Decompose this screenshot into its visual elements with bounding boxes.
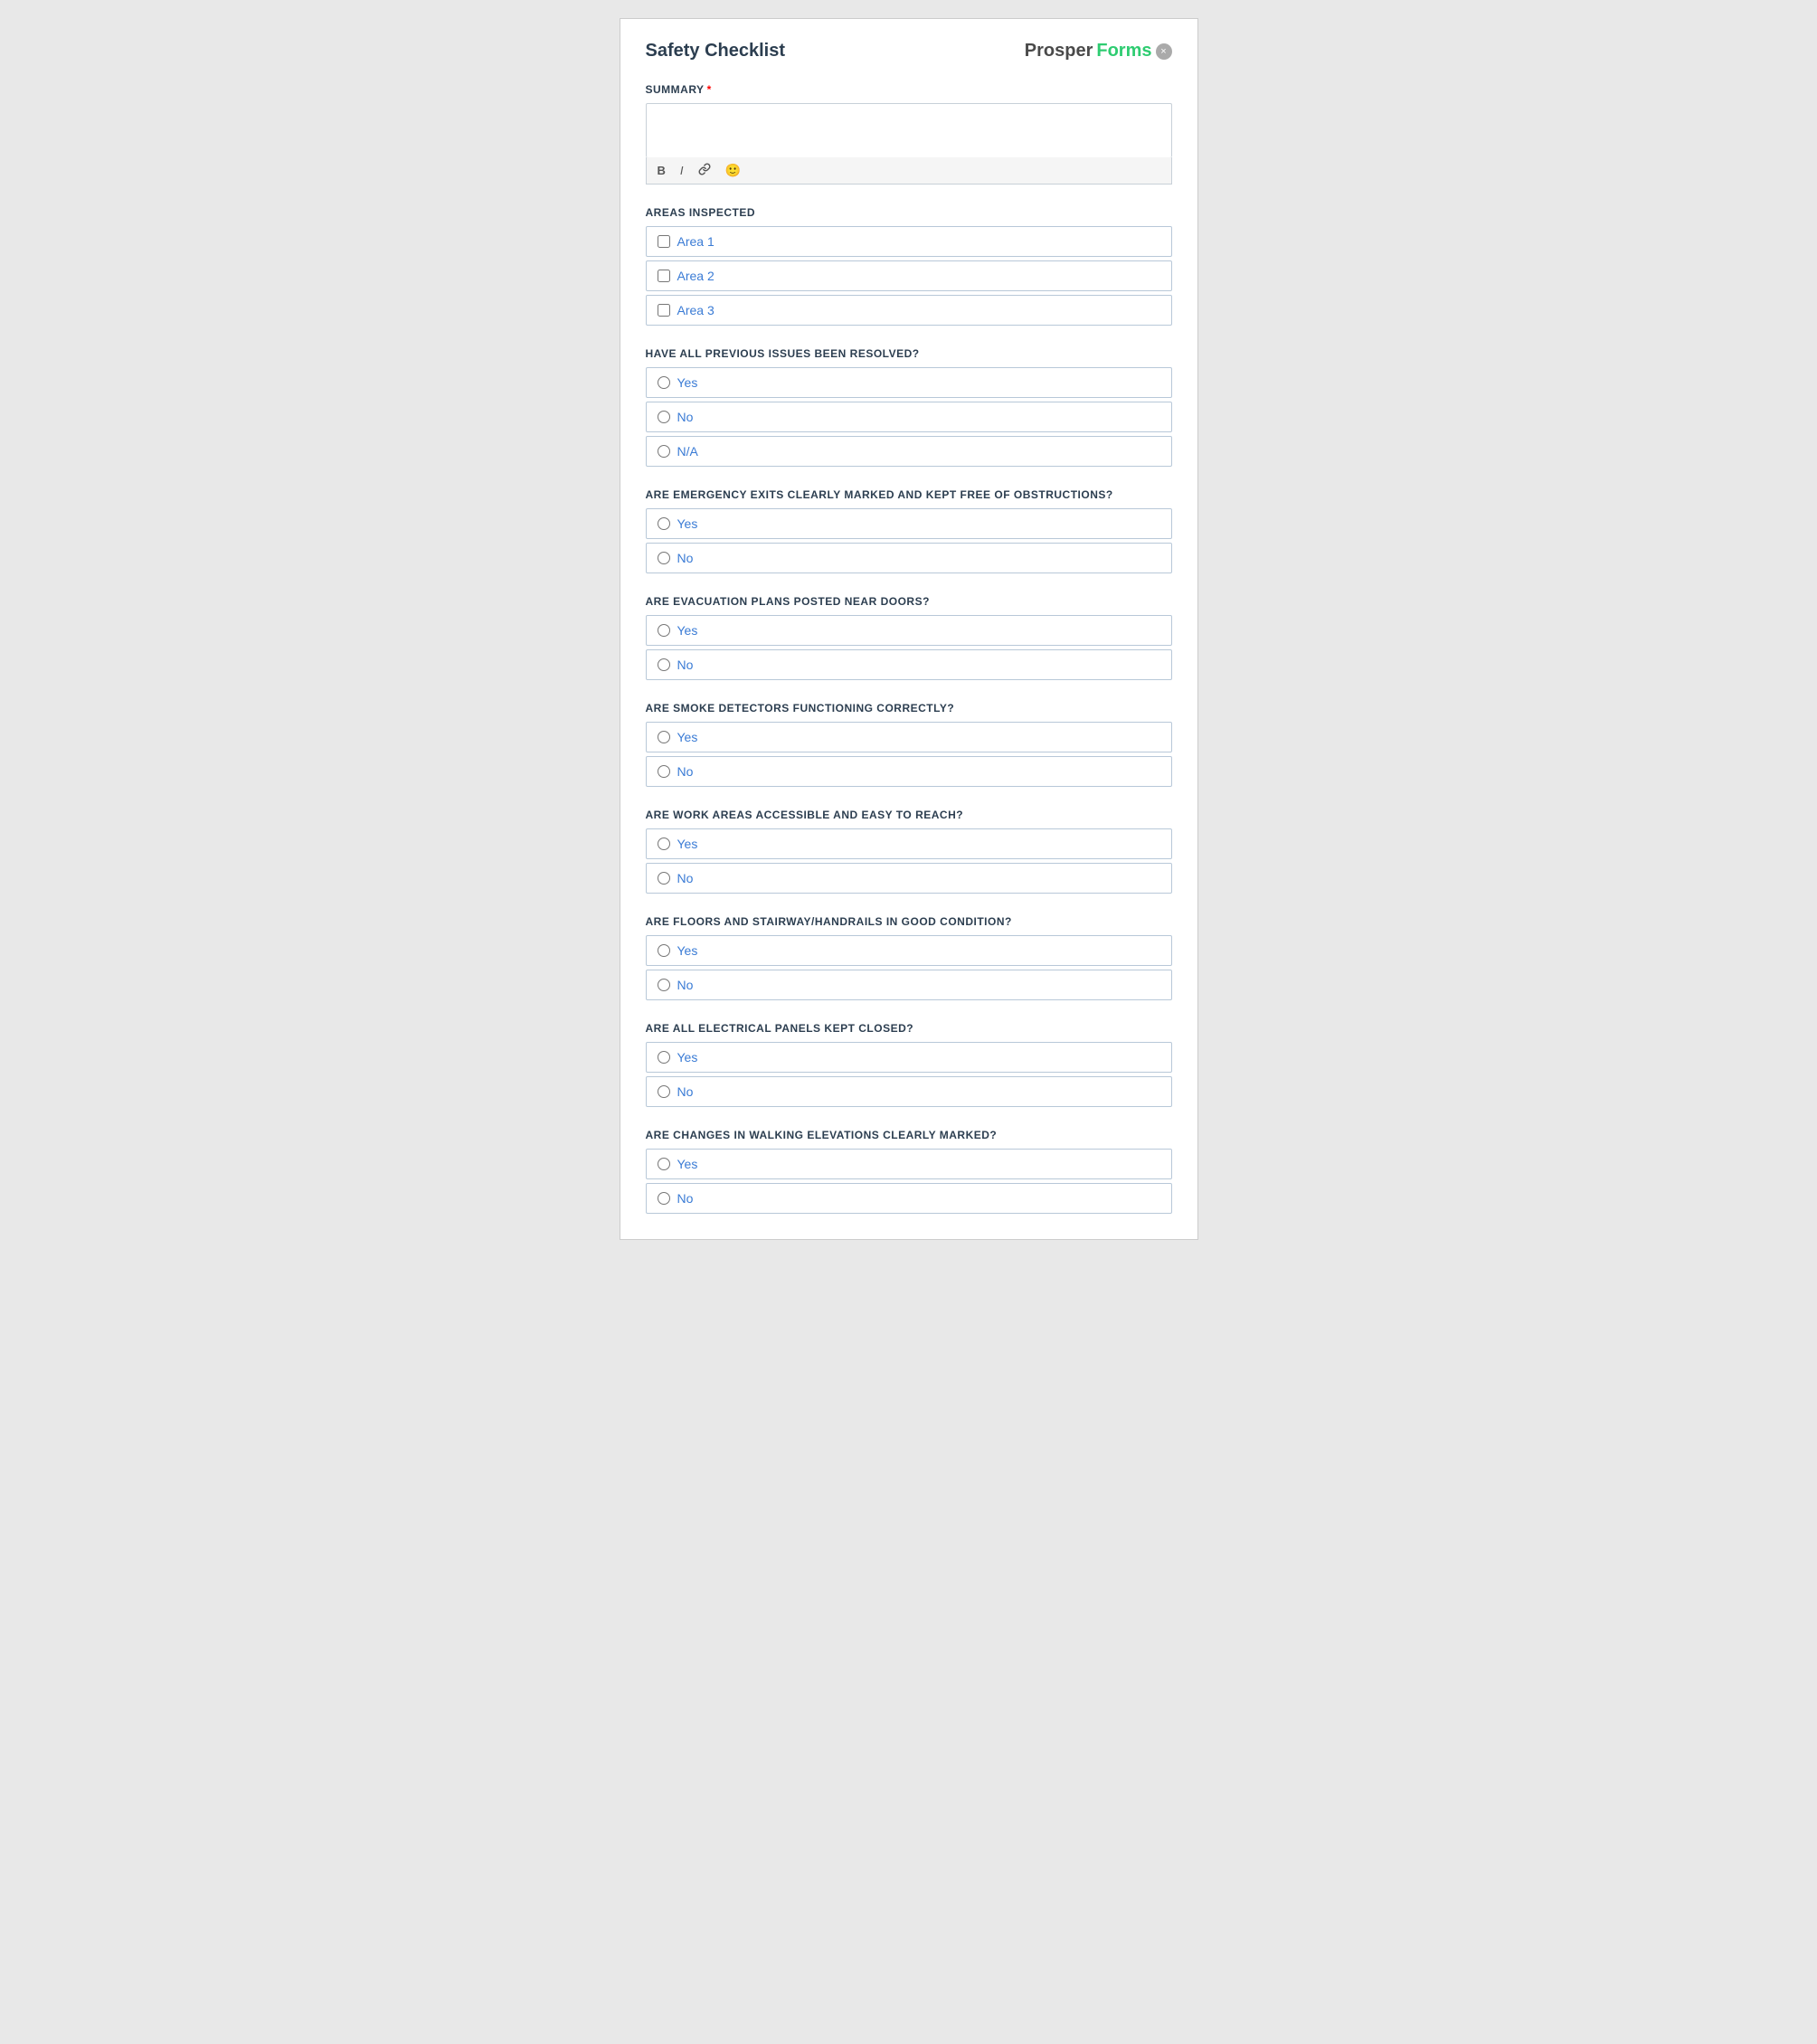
section-smoke_detectors: ARE SMOKE DETECTORS FUNCTIONING CORRECTL…	[646, 702, 1172, 787]
section-evacuation_plans: ARE EVACUATION PLANS POSTED NEAR DOORS? Y…	[646, 595, 1172, 680]
input-floors_stairway-1[interactable]	[658, 979, 670, 991]
section-label-previous_issues: HAVE ALL PREVIOUS ISSUES BEEN RESOLVED?	[646, 347, 1172, 360]
option-areas_inspected-1[interactable]: Area 2	[646, 260, 1172, 291]
option-label-electrical_panels-1: No	[677, 1084, 694, 1099]
emoji-button[interactable]: 🙂	[722, 161, 744, 180]
input-areas_inspected-2[interactable]	[658, 304, 670, 317]
italic-button[interactable]: I	[677, 162, 687, 179]
form-header: Safety Checklist ProsperForms ×	[646, 41, 1172, 62]
section-label-work_areas: ARE WORK AREAS ACCESSIBLE AND EASY TO RE…	[646, 809, 1172, 821]
brand-area: ProsperForms ×	[1025, 41, 1172, 62]
form-container: Safety Checklist ProsperForms × SUMMARY*…	[620, 18, 1198, 1240]
input-previous_issues-0[interactable]	[658, 376, 670, 389]
required-indicator: *	[707, 83, 712, 96]
option-label-work_areas-1: No	[677, 871, 694, 885]
editor-toolbar: B I 🙂	[646, 157, 1172, 185]
bold-button[interactable]: B	[654, 162, 669, 179]
option-label-areas_inspected-1: Area 2	[677, 269, 714, 283]
option-work_areas-1[interactable]: No	[646, 863, 1172, 894]
input-work_areas-1[interactable]	[658, 872, 670, 885]
section-label-walking_elevations: ARE CHANGES IN WALKING ELEVATIONS CLEARL…	[646, 1129, 1172, 1141]
summary-section: SUMMARY* B I 🙂	[646, 83, 1172, 185]
link-button[interactable]	[695, 161, 714, 180]
option-label-evacuation_plans-0: Yes	[677, 623, 698, 638]
input-emergency_exits-0[interactable]	[658, 517, 670, 530]
option-smoke_detectors-1[interactable]: No	[646, 756, 1172, 787]
input-electrical_panels-1[interactable]	[658, 1085, 670, 1098]
brand-logo: ProsperForms	[1025, 41, 1152, 62]
option-label-work_areas-0: Yes	[677, 837, 698, 851]
input-evacuation_plans-0[interactable]	[658, 624, 670, 637]
input-walking_elevations-1[interactable]	[658, 1192, 670, 1205]
option-label-walking_elevations-1: No	[677, 1191, 694, 1206]
input-areas_inspected-0[interactable]	[658, 235, 670, 248]
input-smoke_detectors-1[interactable]	[658, 765, 670, 778]
option-previous_issues-1[interactable]: No	[646, 402, 1172, 432]
option-emergency_exits-1[interactable]: No	[646, 543, 1172, 573]
summary-label: SUMMARY*	[646, 83, 1172, 96]
option-evacuation_plans-0[interactable]: Yes	[646, 615, 1172, 646]
section-walking_elevations: ARE CHANGES IN WALKING ELEVATIONS CLEARL…	[646, 1129, 1172, 1214]
input-evacuation_plans-1[interactable]	[658, 658, 670, 671]
option-label-areas_inspected-0: Area 1	[677, 234, 714, 249]
option-electrical_panels-0[interactable]: Yes	[646, 1042, 1172, 1073]
brand-prosper: Prosper	[1025, 41, 1093, 62]
section-electrical_panels: ARE ALL ELECTRICAL PANELS KEPT CLOSED? Ye…	[646, 1022, 1172, 1107]
option-walking_elevations-0[interactable]: Yes	[646, 1149, 1172, 1179]
option-label-evacuation_plans-1: No	[677, 658, 694, 672]
section-work_areas: ARE WORK AREAS ACCESSIBLE AND EASY TO RE…	[646, 809, 1172, 894]
section-emergency_exits: ARE EMERGENCY EXITS CLEARLY MARKED AND K…	[646, 488, 1172, 573]
option-emergency_exits-0[interactable]: Yes	[646, 508, 1172, 539]
input-previous_issues-2[interactable]	[658, 445, 670, 458]
section-label-floors_stairway: ARE FLOORS AND STAIRWAY/HANDRAILS IN GOO…	[646, 915, 1172, 928]
form-title: Safety Checklist	[646, 41, 786, 62]
section-label-evacuation_plans: ARE EVACUATION PLANS POSTED NEAR DOORS?	[646, 595, 1172, 608]
section-floors_stairway: ARE FLOORS AND STAIRWAY/HANDRAILS IN GOO…	[646, 915, 1172, 1000]
option-previous_issues-0[interactable]: Yes	[646, 367, 1172, 398]
option-evacuation_plans-1[interactable]: No	[646, 649, 1172, 680]
option-work_areas-0[interactable]: Yes	[646, 828, 1172, 859]
input-smoke_detectors-0[interactable]	[658, 731, 670, 743]
option-label-previous_issues-2: N/A	[677, 444, 698, 459]
section-label-areas_inspected: AREAS INSPECTED	[646, 206, 1172, 219]
option-areas_inspected-2[interactable]: Area 3	[646, 295, 1172, 326]
option-label-smoke_detectors-1: No	[677, 764, 694, 779]
option-walking_elevations-1[interactable]: No	[646, 1183, 1172, 1214]
section-label-electrical_panels: ARE ALL ELECTRICAL PANELS KEPT CLOSED?	[646, 1022, 1172, 1035]
close-button[interactable]: ×	[1156, 43, 1172, 60]
option-label-emergency_exits-0: Yes	[677, 516, 698, 531]
section-areas_inspected: AREAS INSPECTED Area 1 Area 2 Area 3	[646, 206, 1172, 326]
input-floors_stairway-0[interactable]	[658, 944, 670, 957]
option-previous_issues-2[interactable]: N/A	[646, 436, 1172, 467]
option-label-areas_inspected-2: Area 3	[677, 303, 714, 317]
option-areas_inspected-0[interactable]: Area 1	[646, 226, 1172, 257]
input-walking_elevations-0[interactable]	[658, 1158, 670, 1170]
option-label-walking_elevations-0: Yes	[677, 1157, 698, 1171]
input-electrical_panels-0[interactable]	[658, 1051, 670, 1064]
option-electrical_panels-1[interactable]: No	[646, 1076, 1172, 1107]
option-label-floors_stairway-1: No	[677, 978, 694, 992]
input-areas_inspected-1[interactable]	[658, 270, 670, 282]
summary-textarea[interactable]	[646, 103, 1172, 157]
input-emergency_exits-1[interactable]	[658, 552, 670, 564]
option-label-previous_issues-0: Yes	[677, 375, 698, 390]
option-floors_stairway-1[interactable]: No	[646, 970, 1172, 1000]
brand-forms: Forms	[1096, 41, 1151, 62]
section-label-smoke_detectors: ARE SMOKE DETECTORS FUNCTIONING CORRECTL…	[646, 702, 1172, 714]
option-label-smoke_detectors-0: Yes	[677, 730, 698, 744]
section-label-emergency_exits: ARE EMERGENCY EXITS CLEARLY MARKED AND K…	[646, 488, 1172, 501]
input-previous_issues-1[interactable]	[658, 411, 670, 423]
option-label-previous_issues-1: No	[677, 410, 694, 424]
option-label-floors_stairway-0: Yes	[677, 943, 698, 958]
sections-container: AREAS INSPECTED Area 1 Area 2 Area 3 HAVE AL…	[646, 206, 1172, 1214]
section-previous_issues: HAVE ALL PREVIOUS ISSUES BEEN RESOLVED? Y…	[646, 347, 1172, 467]
option-label-electrical_panels-0: Yes	[677, 1050, 698, 1065]
summary-wrapper: B I 🙂	[646, 103, 1172, 185]
option-label-emergency_exits-1: No	[677, 551, 694, 565]
input-work_areas-0[interactable]	[658, 837, 670, 850]
option-smoke_detectors-0[interactable]: Yes	[646, 722, 1172, 752]
option-floors_stairway-0[interactable]: Yes	[646, 935, 1172, 966]
